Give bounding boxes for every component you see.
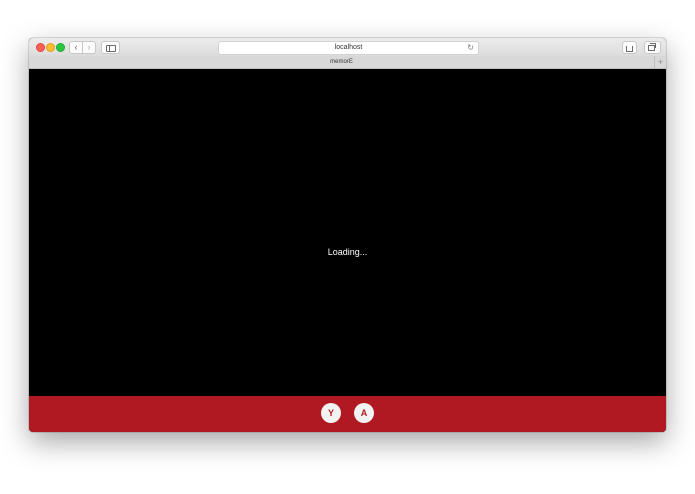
close-window-button[interactable] bbox=[36, 43, 45, 52]
tabs-overview-icon bbox=[648, 43, 656, 51]
y-button[interactable]: Y bbox=[321, 403, 341, 423]
share-button[interactable] bbox=[622, 41, 637, 54]
loading-text: Loading... bbox=[327, 247, 368, 257]
share-icon bbox=[626, 46, 633, 52]
new-tab-button[interactable]: + bbox=[654, 56, 666, 68]
browser-window: ‹ › localhost ↻ memorE + Loading... Y A bbox=[29, 38, 666, 432]
tab-active[interactable]: memorE bbox=[29, 56, 654, 68]
sidebar-icon bbox=[105, 45, 116, 52]
back-button[interactable]: ‹ bbox=[69, 41, 83, 54]
tab-overview-button[interactable] bbox=[644, 41, 661, 54]
game-canvas[interactable]: Loading... bbox=[29, 69, 666, 396]
address-bar[interactable]: localhost ↻ bbox=[218, 41, 479, 55]
zoom-window-button[interactable] bbox=[56, 43, 65, 52]
reload-icon[interactable]: ↻ bbox=[467, 42, 474, 54]
a-button[interactable]: A bbox=[354, 403, 374, 423]
address-text: localhost bbox=[334, 44, 363, 51]
tab-bar: memorE + bbox=[29, 56, 666, 69]
minimize-window-button[interactable] bbox=[46, 43, 55, 52]
forward-button[interactable]: › bbox=[82, 41, 96, 54]
sidebar-button[interactable] bbox=[101, 41, 120, 54]
browser-toolbar: ‹ › localhost ↻ bbox=[29, 38, 666, 57]
controller-bar: Y A bbox=[29, 396, 666, 432]
